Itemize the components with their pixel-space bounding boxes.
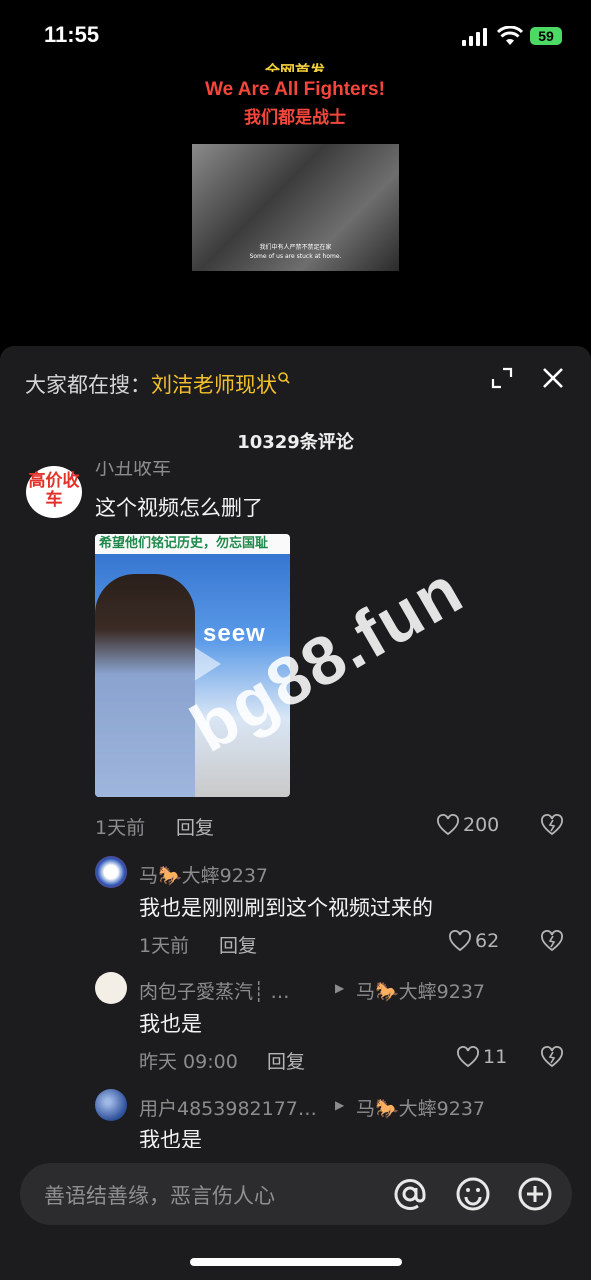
- avatar[interactable]: 高价收车: [26, 466, 82, 518]
- home-indicator: [190, 1258, 402, 1266]
- reply-button[interactable]: 回复: [267, 1047, 305, 1074]
- heart-icon[interactable]: [448, 930, 472, 952]
- search-keyword[interactable]: 刘洁老师现状: [151, 373, 277, 397]
- expand-icon[interactable]: [490, 366, 514, 390]
- reply-button[interactable]: 回复: [219, 931, 257, 958]
- comment-username[interactable]: 小丑收车: [95, 461, 171, 479]
- battery-indicator: 59: [530, 27, 562, 45]
- reply-time: 1天前: [139, 935, 190, 957]
- comment-time: 1天前: [95, 817, 146, 839]
- video-caption-top: 全网首发: [264, 62, 325, 72]
- image-person: [95, 574, 195, 797]
- avatar[interactable]: [95, 972, 127, 1004]
- comment-input-placeholder[interactable]: 善语结善缘，恶言伤人心: [44, 1180, 275, 1210]
- video-frame[interactable]: 我们中有人严禁不禁足在家 Some of us are stuck at hom…: [192, 144, 399, 271]
- add-icon[interactable]: [517, 1176, 553, 1212]
- search-icon: [278, 372, 290, 384]
- emoji-icon[interactable]: [455, 1176, 491, 1212]
- mention-icon[interactable]: [391, 1175, 429, 1213]
- reply-username[interactable]: 用户4853982177…: [139, 1094, 317, 1121]
- reply-username[interactable]: 肉包子愛蒸汽┊ …: [139, 977, 289, 1004]
- reply-username[interactable]: 马🐎大蟀9237: [139, 861, 268, 888]
- search-prefix: 大家都在搜：: [25, 373, 151, 397]
- comment-sheet: [0, 346, 591, 1280]
- heart-icon[interactable]: [436, 814, 460, 836]
- dislike-icon[interactable]: [540, 930, 564, 952]
- like-count: 11: [483, 1046, 508, 1068]
- like-count: 200: [463, 814, 500, 836]
- reply-button[interactable]: 回复: [176, 813, 214, 840]
- comment-count: 10329条评论: [237, 432, 354, 453]
- reply-text[interactable]: 我也是: [139, 1008, 202, 1038]
- video-subtitle: 我们中有人严禁不禁足在家 Some of us are stuck at hom…: [192, 243, 399, 261]
- avatar[interactable]: [95, 1089, 127, 1121]
- reply-text[interactable]: 我也是刚刚刷到这个视频过来的: [139, 892, 433, 922]
- reply-to-username[interactable]: 马🐎大蟀9237: [356, 1094, 485, 1121]
- cellular-signal-icon: [462, 28, 487, 46]
- video-subtitle-en: Some of us are stuck at home.: [249, 253, 342, 260]
- avatar[interactable]: [95, 856, 127, 888]
- video-caption-english: We Are All Fighters!: [205, 79, 385, 100]
- reply-arrow-icon: ▶: [335, 1098, 345, 1112]
- dislike-icon[interactable]: [540, 1046, 564, 1068]
- image-banner: 希望他们铭记历史，勿忘国耻: [95, 534, 290, 554]
- heart-icon[interactable]: [456, 1046, 480, 1068]
- dislike-icon[interactable]: [540, 814, 564, 836]
- reply-to-username[interactable]: 马🐎大蟀9237: [356, 977, 485, 1004]
- video-subtitle-cn: 我们中有人严禁不禁足在家: [259, 244, 332, 251]
- like-count: 62: [475, 930, 500, 952]
- video-caption-chinese: 我们都是战士: [244, 108, 346, 128]
- comment-text[interactable]: 这个视频怎么删了: [95, 492, 263, 522]
- status-time: 11:55: [44, 22, 100, 47]
- wifi-icon: [497, 26, 523, 45]
- reply-time: 昨天 09:00: [139, 1051, 238, 1073]
- reply-arrow-icon: ▶: [335, 981, 345, 995]
- search-suggestion[interactable]: 大家都在搜：刘洁老师现状: [25, 369, 291, 399]
- close-icon[interactable]: [540, 365, 566, 391]
